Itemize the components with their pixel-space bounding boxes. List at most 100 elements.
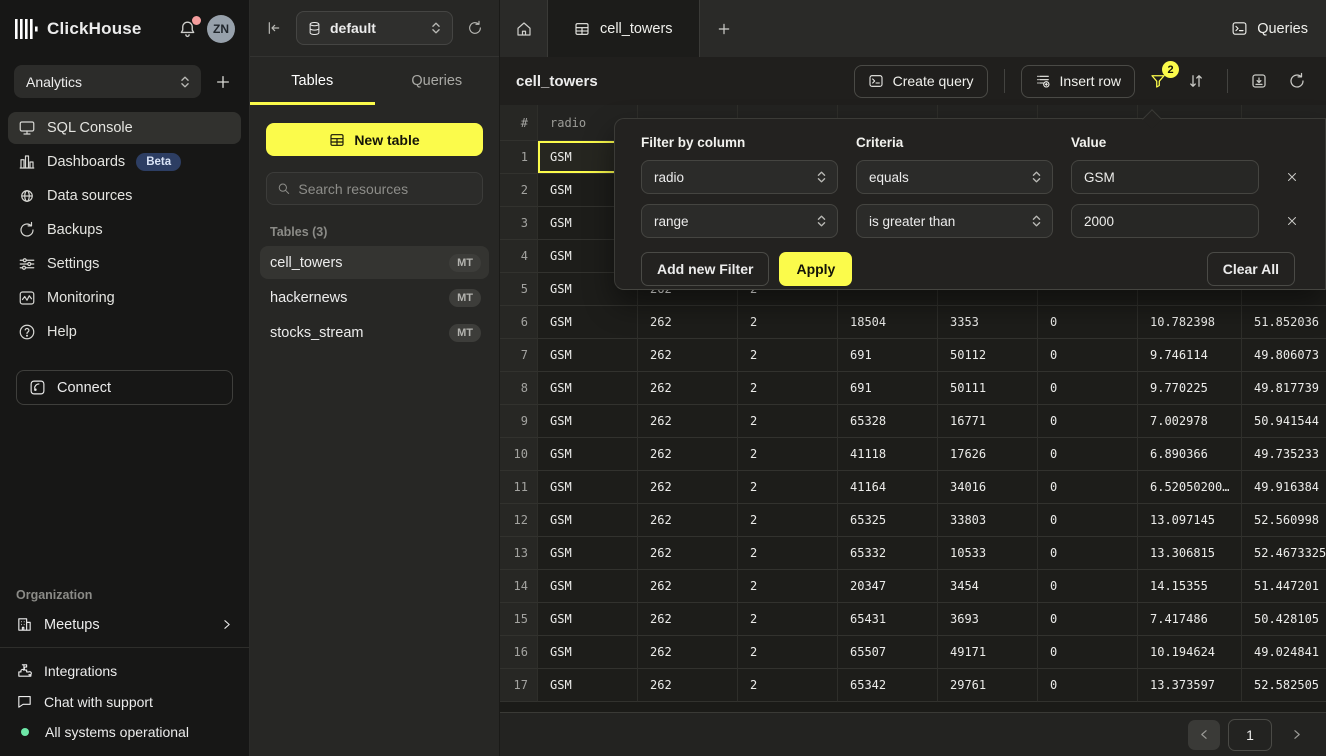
- chat-support-link[interactable]: Chat with support: [16, 693, 233, 710]
- table-cell[interactable]: 3454: [938, 570, 1038, 603]
- filter-criteria-select-1[interactable]: is greater than: [856, 204, 1053, 238]
- table-cell[interactable]: 0: [1038, 372, 1138, 405]
- remove-filter-button-1[interactable]: [1277, 215, 1307, 227]
- table-cell[interactable]: 17626: [938, 438, 1038, 471]
- table-cell[interactable]: 14.15355: [1138, 570, 1242, 603]
- table-cell[interactable]: 0: [1038, 537, 1138, 570]
- sidebar-item-backups[interactable]: Backups: [8, 214, 241, 246]
- tab-queries[interactable]: Queries: [375, 57, 500, 105]
- table-cell[interactable]: 51.447201: [1242, 570, 1326, 603]
- table-cell[interactable]: 262: [638, 372, 738, 405]
- prev-page-button[interactable]: [1188, 720, 1220, 750]
- table-cell[interactable]: 691: [838, 339, 938, 372]
- table-cell[interactable]: 0: [1038, 636, 1138, 669]
- next-page-button[interactable]: [1280, 720, 1312, 750]
- table-cell[interactable]: 10.194624: [1138, 636, 1242, 669]
- table-cell[interactable]: GSM: [538, 603, 638, 636]
- home-button[interactable]: [500, 0, 548, 57]
- table-cell[interactable]: 29761: [938, 669, 1038, 702]
- table-cell[interactable]: 2: [738, 405, 838, 438]
- table-cell[interactable]: 65507: [838, 636, 938, 669]
- table-list-item-cell-towers[interactable]: cell_towers MT: [260, 246, 489, 279]
- table-cell[interactable]: 2: [738, 306, 838, 339]
- table-cell[interactable]: 65332: [838, 537, 938, 570]
- table-cell[interactable]: 13.097145: [1138, 504, 1242, 537]
- table-cell[interactable]: 262: [638, 339, 738, 372]
- table-cell[interactable]: 52.582505: [1242, 669, 1326, 702]
- table-cell[interactable]: 49.916384: [1242, 471, 1326, 504]
- table-cell[interactable]: 50111: [938, 372, 1038, 405]
- insert-row-button[interactable]: Insert row: [1021, 65, 1135, 98]
- table-cell[interactable]: 0: [1038, 669, 1138, 702]
- table-cell[interactable]: 0: [1038, 438, 1138, 471]
- table-cell[interactable]: 51.852036: [1242, 306, 1326, 339]
- table-cell[interactable]: 52.4673325: [1242, 537, 1326, 570]
- table-cell[interactable]: GSM: [538, 570, 638, 603]
- clear-all-filters-button[interactable]: Clear All: [1207, 252, 1295, 286]
- table-cell[interactable]: 65342: [838, 669, 938, 702]
- table-cell[interactable]: 3353: [938, 306, 1038, 339]
- search-resources-input[interactable]: [298, 181, 472, 197]
- table-cell[interactable]: 49.817739: [1242, 372, 1326, 405]
- sidebar-item-settings[interactable]: Settings: [8, 248, 241, 280]
- table-cell[interactable]: 0: [1038, 471, 1138, 504]
- table-cell[interactable]: 65431: [838, 603, 938, 636]
- add-workspace-button[interactable]: [211, 70, 235, 94]
- new-table-button[interactable]: New table: [266, 123, 483, 156]
- table-cell[interactable]: 7.002978: [1138, 405, 1242, 438]
- table-cell[interactable]: 9.770225: [1138, 372, 1242, 405]
- table-cell[interactable]: 2: [738, 471, 838, 504]
- table-list-item-stocks-stream[interactable]: stocks_stream MT: [260, 316, 489, 349]
- table-cell[interactable]: GSM: [538, 471, 638, 504]
- table-cell[interactable]: 0: [1038, 570, 1138, 603]
- table-cell[interactable]: 49.024841: [1242, 636, 1326, 669]
- refresh-resources-button[interactable]: [463, 16, 487, 40]
- table-cell[interactable]: GSM: [538, 339, 638, 372]
- table-cell[interactable]: 691: [838, 372, 938, 405]
- table-cell[interactable]: GSM: [538, 372, 638, 405]
- table-cell[interactable]: 49.735233: [1242, 438, 1326, 471]
- collapse-panel-button[interactable]: [262, 16, 286, 40]
- sort-button[interactable]: [1181, 66, 1211, 96]
- table-cell[interactable]: 2: [738, 537, 838, 570]
- table-cell[interactable]: 2: [738, 372, 838, 405]
- table-cell[interactable]: 65328: [838, 405, 938, 438]
- table-cell[interactable]: 262: [638, 636, 738, 669]
- table-cell[interactable]: 49.806073: [1242, 339, 1326, 372]
- table-cell[interactable]: 10533: [938, 537, 1038, 570]
- queries-button[interactable]: Queries: [1213, 0, 1326, 57]
- table-cell[interactable]: GSM: [538, 405, 638, 438]
- table-cell[interactable]: 2: [738, 339, 838, 372]
- sidebar-item-monitoring[interactable]: Monitoring: [8, 282, 241, 314]
- table-cell[interactable]: 52.560998: [1242, 504, 1326, 537]
- table-cell[interactable]: 33803: [938, 504, 1038, 537]
- table-cell[interactable]: 50.428105: [1242, 603, 1326, 636]
- table-cell[interactable]: 18504: [838, 306, 938, 339]
- database-select[interactable]: default: [296, 11, 453, 45]
- sidebar-item-help[interactable]: Help: [8, 316, 241, 348]
- table-cell[interactable]: 65325: [838, 504, 938, 537]
- table-cell[interactable]: 16771: [938, 405, 1038, 438]
- create-query-button[interactable]: Create query: [854, 65, 988, 98]
- table-cell[interactable]: 50.941544: [1242, 405, 1326, 438]
- table-cell[interactable]: 262: [638, 438, 738, 471]
- table-cell[interactable]: 9.746114: [1138, 339, 1242, 372]
- integrations-link[interactable]: Integrations: [16, 662, 233, 679]
- table-cell[interactable]: 2: [738, 636, 838, 669]
- sidebar-item-data-sources[interactable]: Data sources: [8, 180, 241, 212]
- table-cell[interactable]: 0: [1038, 405, 1138, 438]
- table-cell[interactable]: 20347: [838, 570, 938, 603]
- table-cell[interactable]: GSM: [538, 636, 638, 669]
- search-resources[interactable]: [266, 172, 483, 205]
- table-cell[interactable]: 262: [638, 603, 738, 636]
- filter-column-select-0[interactable]: radio: [641, 160, 838, 194]
- filter-button[interactable]: 2: [1143, 66, 1173, 96]
- table-cell[interactable]: 6.52050200…: [1138, 471, 1242, 504]
- table-cell[interactable]: 41118: [838, 438, 938, 471]
- table-cell[interactable]: 2: [738, 603, 838, 636]
- add-filter-button[interactable]: Add new Filter: [641, 252, 769, 286]
- table-cell[interactable]: 0: [1038, 504, 1138, 537]
- system-status[interactable]: All systems operational: [16, 724, 233, 740]
- table-cell[interactable]: 49171: [938, 636, 1038, 669]
- table-cell[interactable]: 0: [1038, 306, 1138, 339]
